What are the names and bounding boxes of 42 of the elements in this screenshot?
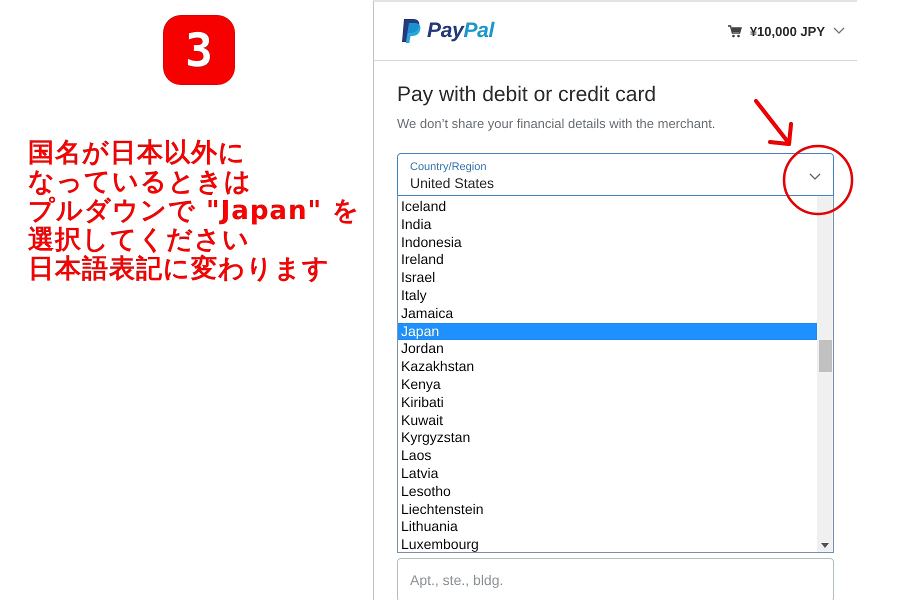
country-option[interactable]: Indonesia bbox=[398, 234, 817, 252]
apartment-input-field[interactable]: Apt., ste., bldg. bbox=[397, 558, 834, 600]
country-option[interactable]: Kyrgyzstan bbox=[398, 429, 817, 448]
annotation-arrow bbox=[754, 99, 793, 146]
country-option[interactable]: Kiribati bbox=[398, 394, 817, 412]
instruction-text: 選択してください bbox=[28, 226, 250, 255]
country-option[interactable]: Italy bbox=[398, 286, 817, 305]
country-option[interactable]: Israel bbox=[398, 269, 817, 287]
field-label: Country/Region bbox=[410, 160, 486, 174]
instruction-text: なっているときは bbox=[28, 168, 252, 197]
paypal-logo-text: PayPal bbox=[427, 19, 494, 43]
cart-icon bbox=[728, 24, 742, 38]
scrollbar[interactable] bbox=[817, 196, 833, 552]
privacy-note: We don’t share your financial details with the merchant. bbox=[397, 116, 716, 131]
country-option[interactable]: Iceland bbox=[398, 198, 817, 216]
instruction-text: 日本語表記に変わります bbox=[28, 255, 330, 284]
country-option[interactable]: Liechtenstein bbox=[398, 500, 817, 518]
instruction-text: 国名が日本以外に bbox=[28, 139, 246, 168]
step-badge: 3 bbox=[163, 15, 235, 85]
country-option[interactable]: Lithuania bbox=[398, 518, 817, 536]
paypal-logo-icon bbox=[401, 18, 423, 44]
country-option[interactable]: Ireland bbox=[398, 251, 817, 270]
country-option[interactable]: Laos bbox=[398, 447, 817, 465]
selected-value: United States bbox=[410, 174, 494, 192]
chevron-down-icon[interactable] bbox=[809, 172, 821, 180]
country-option[interactable]: Lesotho bbox=[398, 482, 817, 501]
country-option[interactable]: Jordan bbox=[398, 340, 817, 358]
cart-total[interactable]: ¥10,000 JPY bbox=[750, 24, 825, 38]
annotation-circle bbox=[782, 144, 854, 216]
country-option[interactable]: Latvia bbox=[398, 464, 817, 483]
scrollbar-thumb[interactable] bbox=[818, 340, 832, 372]
country-option[interactable]: Jamaica bbox=[398, 304, 817, 323]
page-heading: Pay with debit or credit card bbox=[397, 83, 656, 107]
country-select[interactable]: Country/Region United States bbox=[397, 153, 834, 196]
country-option[interactable]: Kuwait bbox=[398, 412, 817, 430]
country-option[interactable]: Luxembourg bbox=[398, 536, 817, 552]
instruction-text: プルダウンで "Japan" を bbox=[28, 197, 360, 226]
scroll-down-icon[interactable] bbox=[821, 543, 829, 548]
chevron-down-icon[interactable] bbox=[833, 27, 845, 35]
country-option[interactable]: India bbox=[398, 216, 817, 234]
country-option[interactable]: Kazakhstan bbox=[398, 358, 817, 376]
country-option[interactable]: Kenya bbox=[398, 376, 817, 394]
